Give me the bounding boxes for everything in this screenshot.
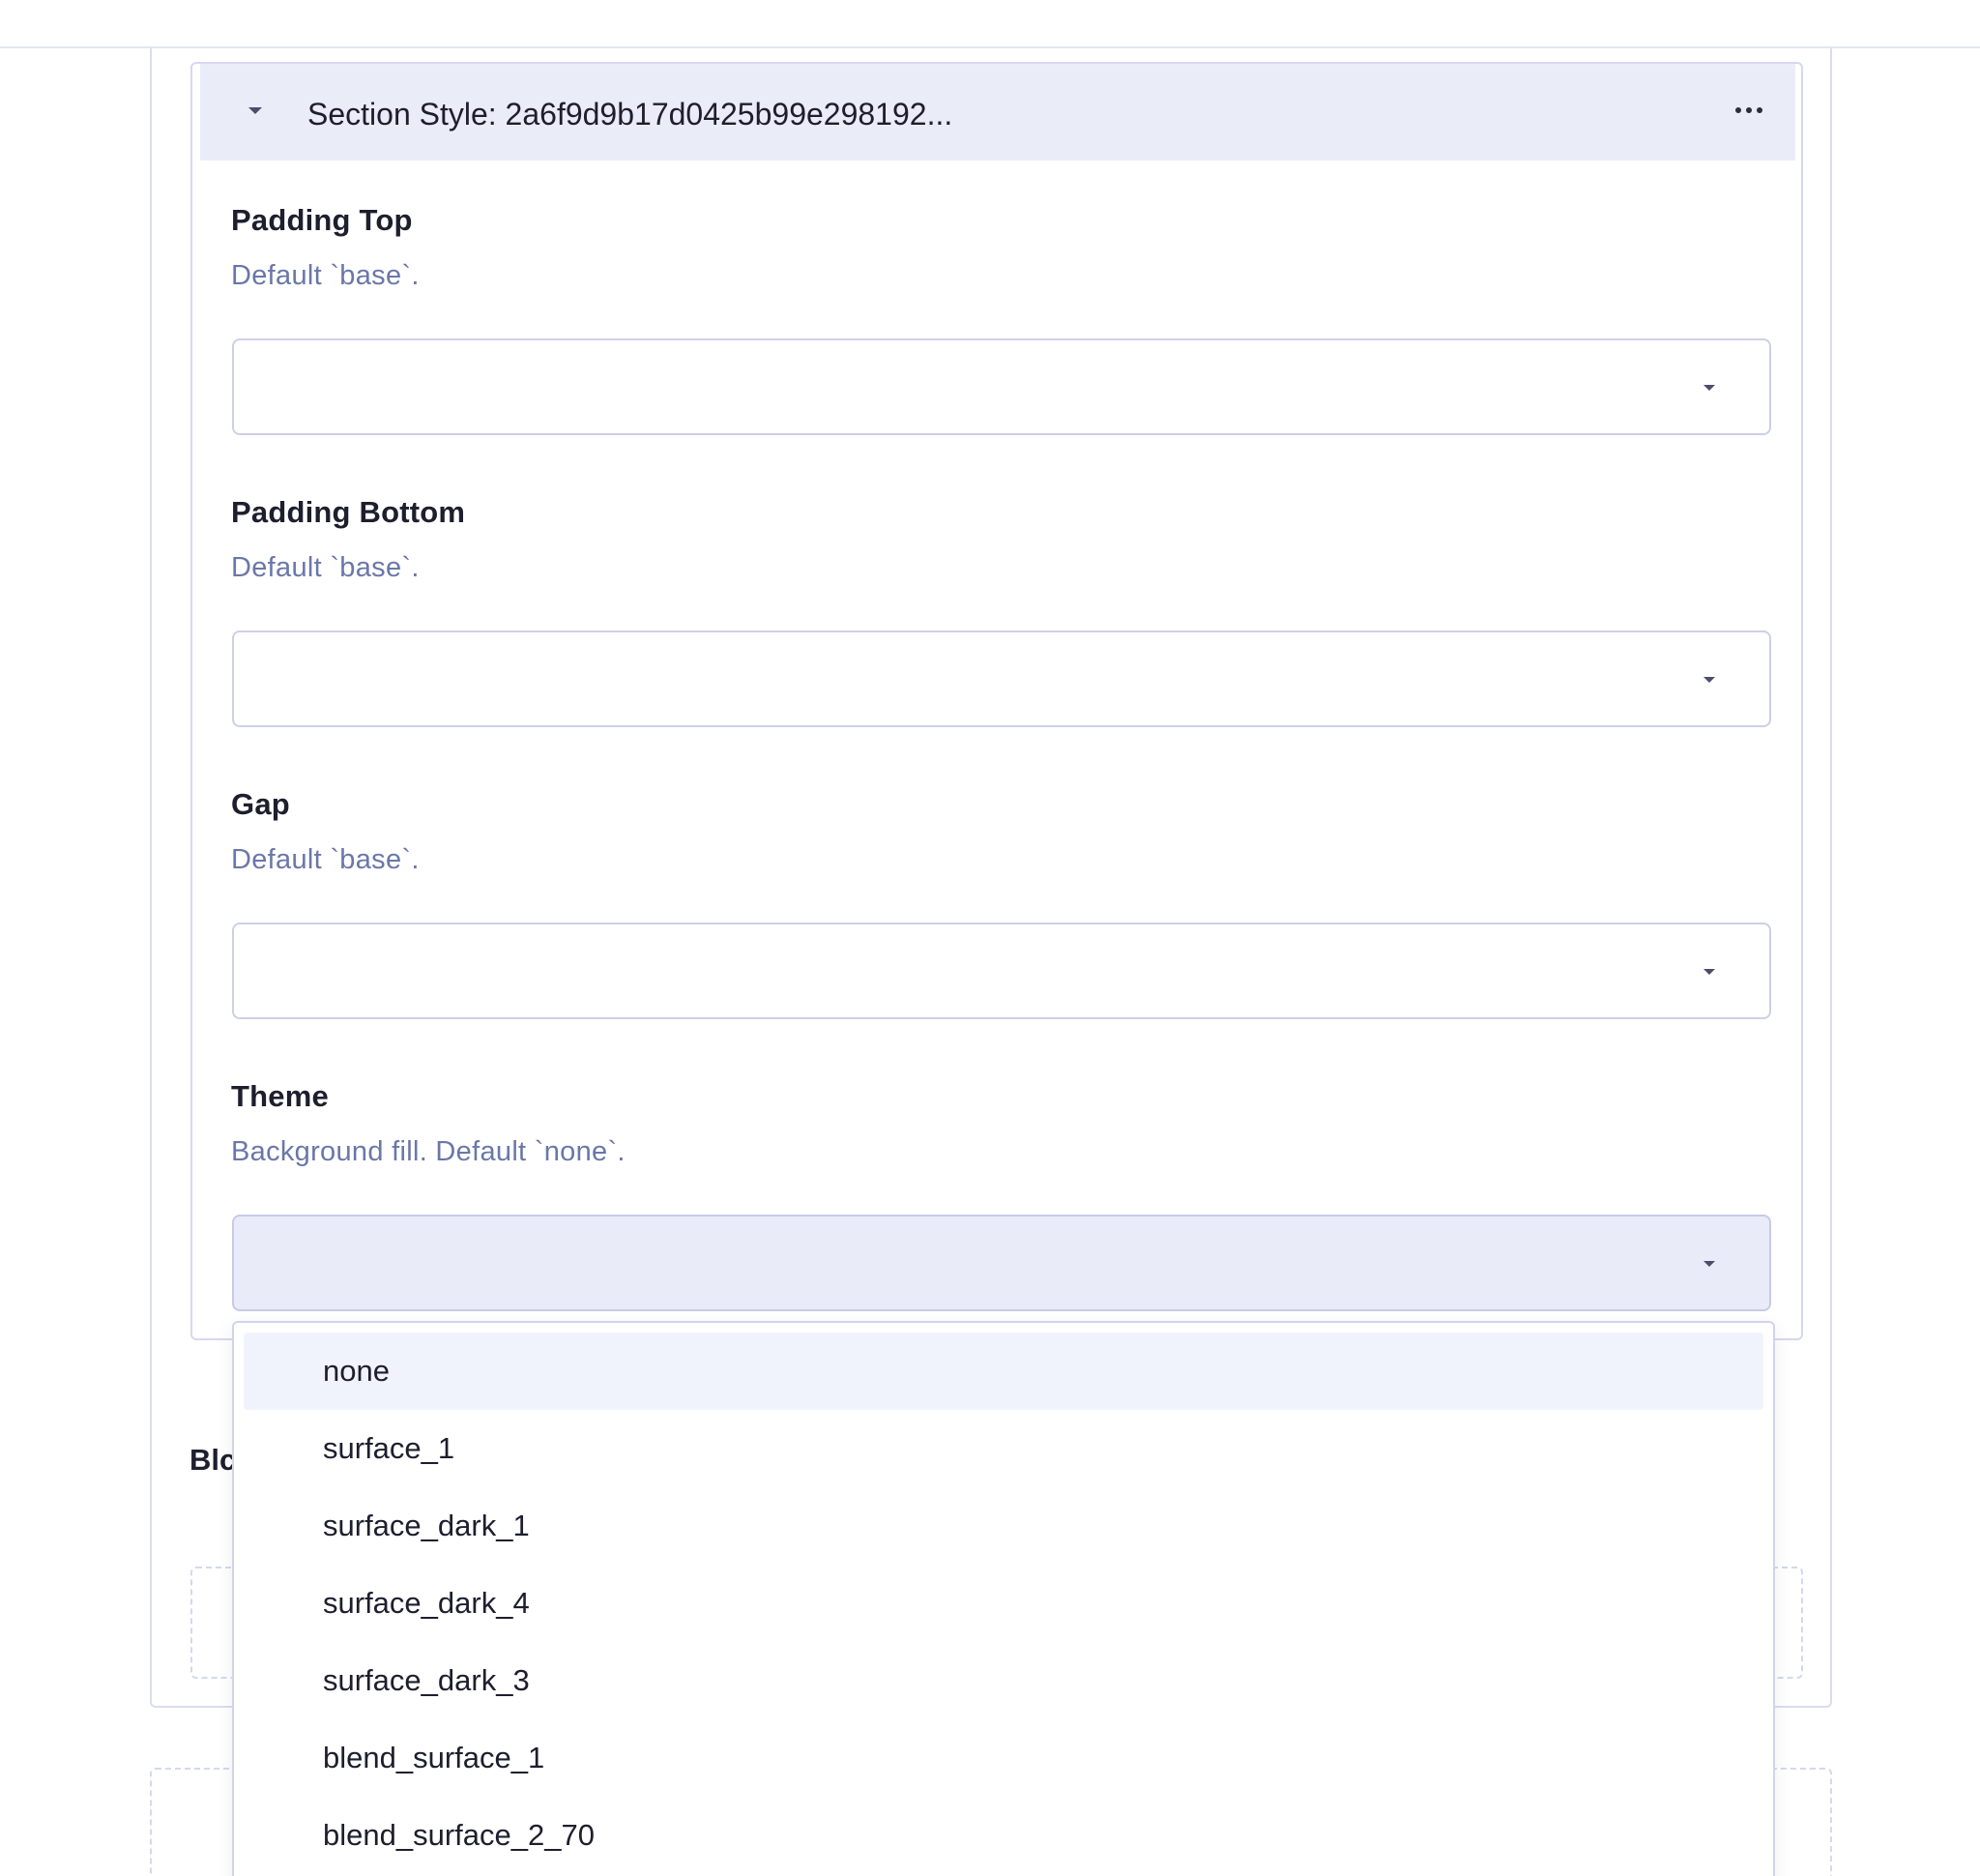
gap-label: Gap <box>231 787 290 821</box>
section-style-header[interactable]: Section Style: 2a6f9d9b17d0425b99e298192… <box>200 64 1795 161</box>
section-style-title: Section Style: 2a6f9d9b17d0425b99e298192… <box>307 97 953 132</box>
theme-option-surface-dark-1[interactable]: surface_dark_1 <box>244 1487 1763 1565</box>
gap-help: Default `base`. <box>231 844 420 875</box>
theme-option-surface-dark-4[interactable]: surface_dark_4 <box>244 1565 1763 1642</box>
theme-dropdown-menu: none surface_1 surface_dark_1 surface_da… <box>232 1321 1775 1876</box>
section-style-panel: Section Style: 2a6f9d9b17d0425b99e298192… <box>190 62 1803 1340</box>
theme-option-none[interactable]: none <box>244 1333 1763 1410</box>
padding-top-label: Padding Top <box>231 203 413 237</box>
chevron-down-icon <box>1703 385 1715 391</box>
theme-option-surface-dark-3[interactable]: surface_dark_3 <box>244 1642 1763 1719</box>
more-horizontal-icon[interactable] <box>1728 91 1770 130</box>
gap-select[interactable] <box>232 923 1771 1019</box>
chevron-down-icon <box>1703 969 1715 975</box>
more-dot <box>1735 107 1741 113</box>
padding-bottom-select[interactable] <box>232 630 1771 727</box>
more-dot <box>1746 107 1752 113</box>
page-canvas: Section Style: 2a6f9d9b17d0425b99e298192… <box>0 0 1980 1876</box>
theme-option-blend-surface-1[interactable]: blend_surface_1 <box>244 1719 1763 1797</box>
padding-top-select[interactable] <box>232 338 1771 435</box>
blocks-label: Blc <box>189 1443 237 1477</box>
chevron-down-icon[interactable] <box>248 107 262 114</box>
chevron-down-icon <box>1703 1261 1715 1267</box>
theme-help: Background fill. Default `none`. <box>231 1136 626 1167</box>
padding-bottom-label: Padding Bottom <box>231 495 466 529</box>
padding-top-help: Default `base`. <box>231 260 420 291</box>
padding-bottom-help: Default `base`. <box>231 552 420 583</box>
theme-option-blend-surface-2-70[interactable]: blend_surface_2_70 <box>244 1797 1763 1874</box>
chevron-down-icon <box>1703 677 1715 683</box>
theme-label: Theme <box>231 1079 329 1113</box>
theme-select[interactable] <box>232 1215 1771 1311</box>
more-dot <box>1757 107 1762 113</box>
theme-option-surface-1[interactable]: surface_1 <box>244 1410 1763 1487</box>
